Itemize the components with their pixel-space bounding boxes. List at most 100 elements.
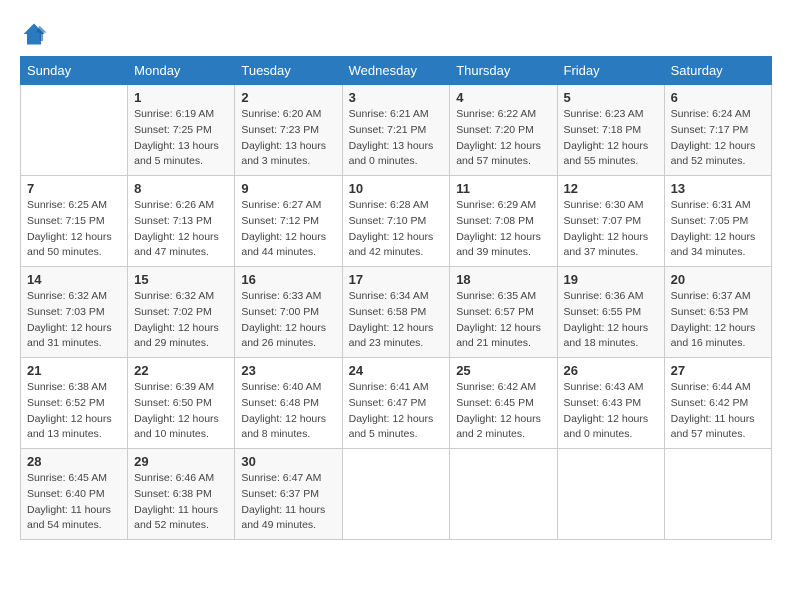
day-number: 5	[564, 90, 658, 105]
cell-content: Sunrise: 6:25 AM Sunset: 7:15 PM Dayligh…	[27, 198, 121, 261]
cell-content: Sunrise: 6:40 AM Sunset: 6:48 PM Dayligh…	[241, 380, 335, 443]
cell-content: Sunrise: 6:27 AM Sunset: 7:12 PM Dayligh…	[241, 198, 335, 261]
calendar-week-row: 28 Sunrise: 6:45 AM Sunset: 6:40 PM Dayli…	[21, 449, 772, 540]
calendar-cell: 20 Sunrise: 6:37 AM Sunset: 6:53 PM Dayli…	[664, 267, 771, 358]
cell-content: Sunrise: 6:22 AM Sunset: 7:20 PM Dayligh…	[456, 107, 550, 170]
day-number: 25	[456, 363, 550, 378]
day-number: 9	[241, 181, 335, 196]
day-header-monday: Monday	[128, 57, 235, 85]
cell-content: Sunrise: 6:32 AM Sunset: 7:02 PM Dayligh…	[134, 289, 228, 352]
calendar-cell: 21Sunrise: 6:38 AM Sunset: 6:52 PM Dayli…	[21, 358, 128, 449]
calendar-cell: 11Sunrise: 6:29 AM Sunset: 7:08 PM Dayli…	[450, 176, 557, 267]
calendar-table: SundayMondayTuesdayWednesdayThursdayFrid…	[20, 56, 772, 540]
cell-content: Sunrise: 6:28 AM Sunset: 7:10 PM Dayligh…	[349, 198, 444, 261]
day-number: 27	[671, 363, 765, 378]
calendar-cell: 24 Sunrise: 6:41 AM Sunset: 6:47 PM Dayli…	[342, 358, 450, 449]
cell-content: Sunrise: 6:34 AM Sunset: 6:58 PM Dayligh…	[349, 289, 444, 352]
cell-content: Sunrise: 6:36 AM Sunset: 6:55 PM Dayligh…	[564, 289, 658, 352]
calendar-cell	[664, 449, 771, 540]
calendar-header-row: SundayMondayTuesdayWednesdayThursdayFrid…	[21, 57, 772, 85]
cell-content: Sunrise: 6:35 AM Sunset: 6:57 PM Dayligh…	[456, 289, 550, 352]
calendar-cell	[557, 449, 664, 540]
cell-content: Sunrise: 6:24 AM Sunset: 7:17 PM Dayligh…	[671, 107, 765, 170]
logo	[20, 20, 52, 48]
cell-content: Sunrise: 6:46 AM Sunset: 6:38 PM Dayligh…	[134, 471, 228, 534]
calendar-cell: 15Sunrise: 6:32 AM Sunset: 7:02 PM Dayli…	[128, 267, 235, 358]
calendar-cell: 27 Sunrise: 6:44 AM Sunset: 6:42 PM Dayli…	[664, 358, 771, 449]
cell-content: Sunrise: 6:42 AM Sunset: 6:45 PM Dayligh…	[456, 380, 550, 443]
day-number: 8	[134, 181, 228, 196]
cell-content: Sunrise: 6:41 AM Sunset: 6:47 PM Dayligh…	[349, 380, 444, 443]
calendar-cell: 1 Sunrise: 6:19 AM Sunset: 7:25 PM Daylig…	[128, 85, 235, 176]
calendar-cell: 6 Sunrise: 6:24 AM Sunset: 7:17 PM Daylig…	[664, 85, 771, 176]
day-number: 2	[241, 90, 335, 105]
cell-content: Sunrise: 6:26 AM Sunset: 7:13 PM Dayligh…	[134, 198, 228, 261]
day-number: 24	[349, 363, 444, 378]
calendar-cell: 30 Sunrise: 6:47 AM Sunset: 6:37 PM Dayli…	[235, 449, 342, 540]
cell-content: Sunrise: 6:23 AM Sunset: 7:18 PM Dayligh…	[564, 107, 658, 170]
calendar-cell: 14 Sunrise: 6:32 AM Sunset: 7:03 PM Dayli…	[21, 267, 128, 358]
day-number: 1	[134, 90, 228, 105]
calendar-cell: 18 Sunrise: 6:35 AM Sunset: 6:57 PM Dayli…	[450, 267, 557, 358]
cell-content: Sunrise: 6:30 AM Sunset: 7:07 PM Dayligh…	[564, 198, 658, 261]
cell-content: Sunrise: 6:39 AM Sunset: 6:50 PM Dayligh…	[134, 380, 228, 443]
calendar-cell: 25 Sunrise: 6:42 AM Sunset: 6:45 PM Dayli…	[450, 358, 557, 449]
cell-content: Sunrise: 6:31 AM Sunset: 7:05 PM Dayligh…	[671, 198, 765, 261]
day-number: 16	[241, 272, 335, 287]
calendar-week-row: 14 Sunrise: 6:32 AM Sunset: 7:03 PM Dayli…	[21, 267, 772, 358]
calendar-cell	[342, 449, 450, 540]
cell-content: Sunrise: 6:43 AM Sunset: 6:43 PM Dayligh…	[564, 380, 658, 443]
calendar-cell: 4Sunrise: 6:22 AM Sunset: 7:20 PM Daylig…	[450, 85, 557, 176]
day-number: 28	[27, 454, 121, 469]
calendar-week-row: 7 Sunrise: 6:25 AM Sunset: 7:15 PM Daylig…	[21, 176, 772, 267]
calendar-cell: 23Sunrise: 6:40 AM Sunset: 6:48 PM Dayli…	[235, 358, 342, 449]
cell-content: Sunrise: 6:19 AM Sunset: 7:25 PM Dayligh…	[134, 107, 228, 170]
day-header-thursday: Thursday	[450, 57, 557, 85]
calendar-cell	[21, 85, 128, 176]
day-number: 12	[564, 181, 658, 196]
cell-content: Sunrise: 6:29 AM Sunset: 7:08 PM Dayligh…	[456, 198, 550, 261]
day-number: 18	[456, 272, 550, 287]
calendar-cell: 16 Sunrise: 6:33 AM Sunset: 7:00 PM Dayli…	[235, 267, 342, 358]
cell-content: Sunrise: 6:20 AM Sunset: 7:23 PM Dayligh…	[241, 107, 335, 170]
day-header-sunday: Sunday	[21, 57, 128, 85]
day-number: 10	[349, 181, 444, 196]
calendar-cell: 22Sunrise: 6:39 AM Sunset: 6:50 PM Dayli…	[128, 358, 235, 449]
cell-content: Sunrise: 6:47 AM Sunset: 6:37 PM Dayligh…	[241, 471, 335, 534]
calendar-cell: 5 Sunrise: 6:23 AM Sunset: 7:18 PM Daylig…	[557, 85, 664, 176]
day-number: 26	[564, 363, 658, 378]
cell-content: Sunrise: 6:33 AM Sunset: 7:00 PM Dayligh…	[241, 289, 335, 352]
page-header	[20, 20, 772, 48]
cell-content: Sunrise: 6:21 AM Sunset: 7:21 PM Dayligh…	[349, 107, 444, 170]
cell-content: Sunrise: 6:32 AM Sunset: 7:03 PM Dayligh…	[27, 289, 121, 352]
calendar-cell: 19 Sunrise: 6:36 AM Sunset: 6:55 PM Dayli…	[557, 267, 664, 358]
calendar-cell	[450, 449, 557, 540]
calendar-cell: 17 Sunrise: 6:34 AM Sunset: 6:58 PM Dayli…	[342, 267, 450, 358]
day-header-saturday: Saturday	[664, 57, 771, 85]
calendar-cell: 28 Sunrise: 6:45 AM Sunset: 6:40 PM Dayli…	[21, 449, 128, 540]
calendar-week-row: 21Sunrise: 6:38 AM Sunset: 6:52 PM Dayli…	[21, 358, 772, 449]
calendar-cell: 7 Sunrise: 6:25 AM Sunset: 7:15 PM Daylig…	[21, 176, 128, 267]
cell-content: Sunrise: 6:45 AM Sunset: 6:40 PM Dayligh…	[27, 471, 121, 534]
day-number: 20	[671, 272, 765, 287]
calendar-cell: 2 Sunrise: 6:20 AM Sunset: 7:23 PM Daylig…	[235, 85, 342, 176]
day-number: 7	[27, 181, 121, 196]
calendar-cell: 26 Sunrise: 6:43 AM Sunset: 6:43 PM Dayli…	[557, 358, 664, 449]
day-header-tuesday: Tuesday	[235, 57, 342, 85]
calendar-cell: 8 Sunrise: 6:26 AM Sunset: 7:13 PM Daylig…	[128, 176, 235, 267]
day-number: 14	[27, 272, 121, 287]
cell-content: Sunrise: 6:37 AM Sunset: 6:53 PM Dayligh…	[671, 289, 765, 352]
calendar-cell: 29Sunrise: 6:46 AM Sunset: 6:38 PM Dayli…	[128, 449, 235, 540]
cell-content: Sunrise: 6:44 AM Sunset: 6:42 PM Dayligh…	[671, 380, 765, 443]
calendar-cell: 10 Sunrise: 6:28 AM Sunset: 7:10 PM Dayli…	[342, 176, 450, 267]
logo-icon	[20, 20, 48, 48]
day-number: 17	[349, 272, 444, 287]
calendar-cell: 9 Sunrise: 6:27 AM Sunset: 7:12 PM Daylig…	[235, 176, 342, 267]
day-number: 6	[671, 90, 765, 105]
day-number: 19	[564, 272, 658, 287]
day-number: 3	[349, 90, 444, 105]
day-number: 21	[27, 363, 121, 378]
day-number: 30	[241, 454, 335, 469]
calendar-cell: 13 Sunrise: 6:31 AM Sunset: 7:05 PM Dayli…	[664, 176, 771, 267]
day-number: 13	[671, 181, 765, 196]
